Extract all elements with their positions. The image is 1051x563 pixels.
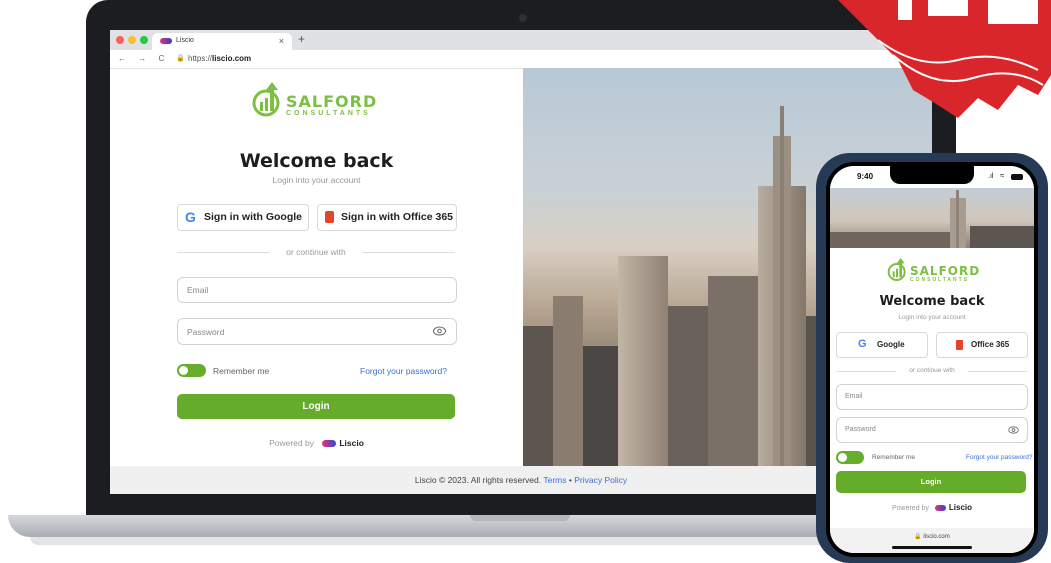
phone-google-signin-button[interactable]: G Google bbox=[836, 332, 928, 358]
phone-page-title: Welcome back bbox=[879, 294, 985, 309]
office365-signin-button[interactable]: Sign in with Office 365 bbox=[317, 204, 457, 231]
phone-screen: 9:40 .ıl ≈ SALFORD CONSULTANTS Welcome b… bbox=[830, 166, 1034, 553]
phone-lock-icon: 🔒 bbox=[914, 534, 922, 540]
privacy-policy-link[interactable]: Privacy Policy bbox=[574, 475, 627, 485]
phone-divider-left bbox=[836, 371, 896, 372]
terms-link[interactable]: Terms bbox=[543, 475, 566, 485]
phone-email-field[interactable]: Email bbox=[836, 384, 1028, 410]
browser-window: Liscio × + ← → C 🔒 https://liscio.com SA… bbox=[110, 30, 932, 494]
minimize-window-dot[interactable] bbox=[128, 36, 136, 44]
show-password-eye-icon[interactable] bbox=[433, 326, 446, 336]
phone-login-button[interactable]: Login bbox=[836, 471, 1026, 493]
salford-logo-icon bbox=[252, 82, 280, 117]
divider-text: or continue with bbox=[286, 247, 346, 257]
powered-by: Powered by Liscio bbox=[269, 438, 364, 448]
phone-time: 9:40 bbox=[857, 172, 874, 181]
browser-tab[interactable]: Liscio × bbox=[152, 33, 292, 50]
browser-tab-title: Liscio bbox=[176, 37, 194, 44]
page-footer: Liscio © 2023. All rights reserved. Term… bbox=[110, 466, 932, 494]
remember-me-label: Remember me bbox=[213, 366, 270, 376]
liscio-logo-icon bbox=[322, 440, 337, 448]
laptop-notch bbox=[470, 515, 570, 521]
tab-close-icon[interactable]: × bbox=[279, 36, 284, 46]
phone-powered-by: Powered by Liscio bbox=[891, 503, 973, 512]
office-icon bbox=[325, 211, 334, 223]
phone-divider-text: or continue with bbox=[909, 367, 955, 374]
url-text[interactable]: https://liscio.com bbox=[188, 54, 251, 63]
password-field[interactable]: Password bbox=[177, 318, 457, 345]
phone-status-bar: 9:40 .ıl ≈ bbox=[830, 166, 1034, 188]
login-panel: SALFORD CONSULTANTS Welcome back Login i… bbox=[110, 68, 523, 466]
phone-google-icon: G bbox=[858, 338, 867, 350]
phone-password-field[interactable]: Password bbox=[836, 417, 1028, 443]
close-window-dot[interactable] bbox=[116, 36, 124, 44]
forgot-password-link[interactable]: Forgot your password? bbox=[360, 366, 447, 376]
lock-icon: 🔒 bbox=[176, 55, 185, 62]
login-button[interactable]: Login bbox=[177, 394, 455, 419]
email-field[interactable]: Email bbox=[177, 277, 457, 303]
phone-show-password-eye-icon[interactable] bbox=[1008, 426, 1019, 434]
phone-city-image bbox=[830, 188, 1034, 248]
divider-line-right bbox=[362, 252, 455, 253]
home-indicator bbox=[892, 546, 972, 549]
brand-tagline: CONSULTANTS bbox=[286, 110, 371, 117]
liscio-favicon-icon bbox=[160, 38, 172, 44]
battery-icon bbox=[1011, 174, 1023, 180]
phone-url-bar[interactable]: 🔒 liscio.com bbox=[830, 528, 1034, 553]
google-signin-button[interactable]: G Sign in with Google bbox=[177, 204, 309, 231]
navigation-icons[interactable]: ← → C bbox=[118, 54, 169, 63]
phone-brand-name: SALFORD bbox=[910, 264, 981, 278]
phone-office-icon bbox=[956, 340, 963, 350]
remember-me-toggle[interactable] bbox=[177, 364, 206, 377]
phone-remember-me-toggle[interactable] bbox=[836, 451, 864, 464]
address-bar[interactable]: ← → C 🔒 https://liscio.com bbox=[110, 50, 932, 69]
signal-icon: .ıl bbox=[988, 173, 994, 180]
promo-ribbon-badge bbox=[838, 0, 1051, 118]
browser-tab-bar: Liscio × + bbox=[110, 30, 932, 50]
phone-liscio-logo-icon bbox=[934, 505, 946, 512]
google-icon: G bbox=[185, 209, 196, 225]
phone-divider-right bbox=[968, 371, 1028, 372]
brand-name: SALFORD bbox=[286, 92, 378, 111]
phone-brand-tagline: CONSULTANTS bbox=[910, 277, 970, 283]
phone-remember-me-label: Remember me bbox=[872, 454, 915, 461]
laptop-camera bbox=[519, 14, 527, 22]
phone-page-subtitle: Login into your account bbox=[898, 314, 966, 321]
phone-notch bbox=[890, 166, 974, 184]
page-title: Welcome back bbox=[239, 150, 394, 172]
phone-salford-logo-icon bbox=[887, 258, 906, 281]
new-tab-button[interactable]: + bbox=[298, 32, 305, 46]
divider-line-left bbox=[177, 252, 270, 253]
wifi-icon: ≈ bbox=[1000, 171, 1005, 180]
maximize-window-dot[interactable] bbox=[140, 36, 148, 44]
phone-forgot-password-link[interactable]: Forgot your password? bbox=[966, 454, 1032, 461]
phone-office365-signin-button[interactable]: Office 365 bbox=[936, 332, 1028, 358]
page-subtitle: Login into your account bbox=[272, 175, 361, 185]
